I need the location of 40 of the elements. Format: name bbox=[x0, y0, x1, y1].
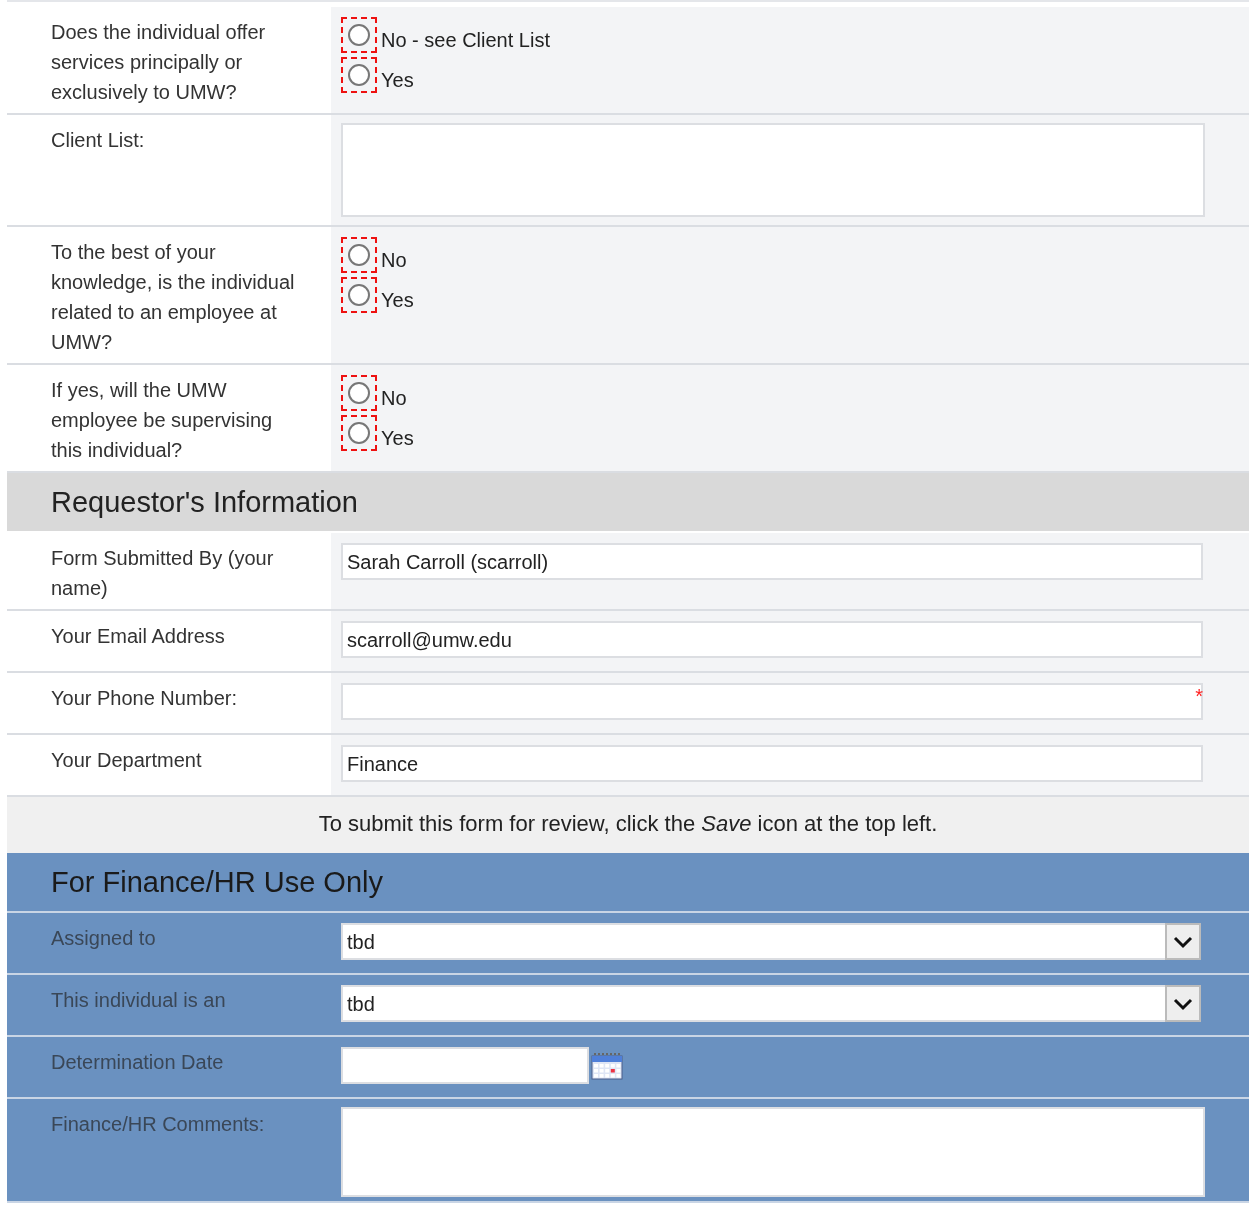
field-label: Client List: bbox=[51, 129, 145, 151]
dropdown-button[interactable] bbox=[1165, 923, 1201, 960]
chevron-icon bbox=[1172, 934, 1194, 949]
text-field[interactable]: scarroll@umw.edu bbox=[341, 621, 1203, 658]
text-field[interactable]: Finance bbox=[341, 745, 1203, 782]
chevron-icon bbox=[1172, 996, 1194, 1011]
option-label: Yes bbox=[381, 288, 414, 313]
section-header: For Finance/HR Use Only bbox=[7, 853, 1249, 913]
instruction-text: To submit this form for review, click the Save icon at the top left. bbox=[7, 797, 1249, 853]
option-label: No - see Client List bbox=[381, 28, 550, 53]
option-label: No bbox=[381, 248, 407, 273]
field-label: Determination Date bbox=[51, 1051, 224, 1073]
radio-button[interactable] bbox=[348, 382, 370, 404]
required-mark: * bbox=[1195, 685, 1203, 708]
field-label: Does the individual offer services principally or exclusively to UMW? bbox=[51, 21, 266, 103]
text-field[interactable]: Sarah Carroll (scarroll) bbox=[341, 543, 1203, 580]
radio-button[interactable] bbox=[348, 244, 370, 266]
dropdown-button[interactable] bbox=[1165, 985, 1201, 1022]
field-label: This individual is an bbox=[51, 989, 226, 1011]
date-field[interactable] bbox=[341, 1047, 589, 1084]
field-label: Your Email Address bbox=[51, 625, 225, 647]
option-label: Yes bbox=[381, 426, 414, 451]
dropdown-field[interactable]: tbd bbox=[341, 923, 1165, 960]
field-label: Assigned to bbox=[51, 927, 156, 949]
field-label: Your Phone Number: bbox=[51, 687, 238, 709]
radio-button[interactable] bbox=[348, 64, 370, 86]
field-label: To the best of your knowledge, is the individual related to an employee at UMW? bbox=[51, 241, 295, 353]
radio-button[interactable] bbox=[348, 422, 370, 444]
text-field[interactable] bbox=[341, 683, 1203, 720]
field-label: If yes, will the UMW employee be supervising this individual? bbox=[51, 379, 273, 461]
option-label: Yes bbox=[381, 68, 414, 93]
radio-button[interactable] bbox=[348, 284, 370, 306]
field-label: Your Department bbox=[51, 749, 202, 771]
radio-button[interactable] bbox=[348, 24, 370, 46]
option-label: No bbox=[381, 386, 407, 411]
section-header: Requestor's Information bbox=[7, 473, 1249, 533]
field-label: Finance/HR Comments: bbox=[51, 1113, 265, 1135]
field-label: Form Submitted By (your name) bbox=[51, 547, 274, 599]
calendar-icon[interactable] bbox=[591, 1052, 623, 1080]
dropdown-field[interactable]: tbd bbox=[341, 985, 1165, 1022]
